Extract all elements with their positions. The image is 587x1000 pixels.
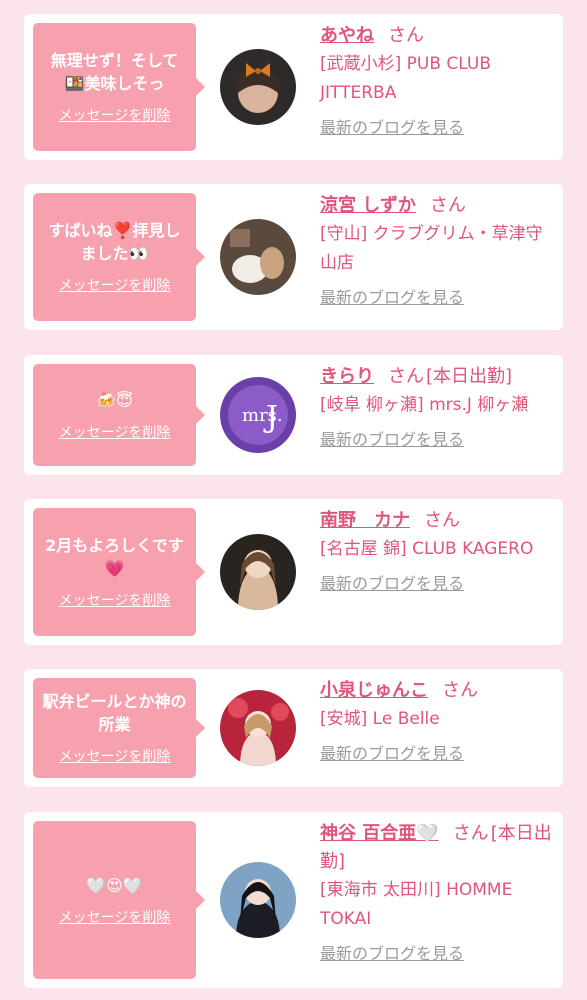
message-bubble: 無理せず！そして🍱美味しそっ メッセージを削除 bbox=[33, 23, 205, 151]
message-text: すぱいね❣️拝見しました👀 bbox=[48, 221, 181, 263]
avatar[interactable] bbox=[220, 690, 296, 766]
message-text: 2月もよろしくです💗 bbox=[45, 536, 184, 578]
delete-message-link[interactable]: メッセージを削除 bbox=[59, 105, 171, 125]
message-text: 無理せず！そして🍱美味しそっ bbox=[50, 51, 179, 93]
avatar[interactable] bbox=[220, 49, 296, 125]
delete-message-link[interactable]: メッセージを削除 bbox=[59, 590, 171, 610]
status-text: [本日出勤] bbox=[426, 366, 513, 387]
honorific: さん bbox=[388, 25, 424, 46]
message-bubble: 🤍😍🤍 メッセージを削除 bbox=[33, 821, 205, 979]
avatar[interactable] bbox=[220, 219, 296, 295]
hostess-name-link[interactable]: 小泉じゅんこ bbox=[320, 680, 428, 701]
svg-text:J: J bbox=[263, 400, 278, 435]
hostess-name-link[interactable]: あやね bbox=[320, 25, 374, 46]
hostess-info: 小泉じゅんこ さん [安城] Le Belle 最新のブログを見る bbox=[320, 677, 555, 766]
avatar[interactable]: mrs. J bbox=[220, 377, 296, 453]
latest-blog-link[interactable]: 最新のブログを見る bbox=[320, 286, 555, 310]
hostess-info: あやね さん [武蔵小杉] PUB CLUB JITTERBA 最新のブログを見る bbox=[320, 22, 555, 140]
avatar[interactable] bbox=[220, 862, 296, 938]
honorific: さん bbox=[424, 510, 460, 531]
shop-name: [名古屋 錦] CLUB KAGERO bbox=[320, 539, 534, 559]
message-card: 🍻😇 メッセージを削除 mrs. J きらり さん [本日出勤] [岐阜 柳ヶ瀬] … bbox=[24, 355, 563, 475]
hostess-info: 南野 カナ さん [名古屋 錦] CLUB KAGERO 最新のブログを見る bbox=[320, 507, 555, 596]
message-bubble: 🍻😇 メッセージを削除 bbox=[33, 364, 205, 466]
latest-blog-link[interactable]: 最新のブログを見る bbox=[320, 428, 555, 452]
shop-name: [岐阜 柳ヶ瀬] mrs.J 柳ヶ瀬 bbox=[320, 395, 529, 415]
message-card: すぱいね❣️拝見しました👀 メッセージを削除 涼宮 しずか さん [守山] クラブ… bbox=[24, 184, 563, 330]
message-text: 駅弁ビールとか神の所業 bbox=[42, 692, 187, 734]
message-bubble: 駅弁ビールとか神の所業 メッセージを削除 bbox=[33, 678, 205, 778]
latest-blog-link[interactable]: 最新のブログを見る bbox=[320, 116, 555, 140]
honorific: さん bbox=[442, 680, 478, 701]
latest-blog-link[interactable]: 最新のブログを見る bbox=[320, 742, 555, 766]
message-bubble: すぱいね❣️拝見しました👀 メッセージを削除 bbox=[33, 193, 205, 321]
hostess-name-link[interactable]: 神谷 百合亜🤍 bbox=[320, 823, 439, 844]
hostess-name-link[interactable]: 南野 カナ bbox=[320, 510, 410, 531]
honorific: さん bbox=[452, 823, 489, 844]
shop-name: [守山] クラブグリム・草津守山店 bbox=[320, 224, 543, 273]
hostess-info: きらり さん [本日出勤] [岐阜 柳ヶ瀬] mrs.J 柳ヶ瀬 最新のブログを見る bbox=[320, 363, 555, 452]
message-card: 🤍😍🤍 メッセージを削除 神谷 百合亜🤍 さん [本日出勤] [東海市 太田川] H… bbox=[24, 812, 563, 988]
message-list: 無理せず！そして🍱美味しそっ メッセージを削除 あやね さん [武蔵小杉] PUB… bbox=[0, 0, 587, 1000]
shop-name: [東海市 太田川] HOMME TOKAI bbox=[320, 880, 513, 929]
message-text: 🤍😍🤍 bbox=[86, 875, 143, 895]
message-bubble: 2月もよろしくです💗 メッセージを削除 bbox=[33, 508, 205, 636]
delete-message-link[interactable]: メッセージを削除 bbox=[59, 907, 171, 927]
avatar[interactable] bbox=[220, 534, 296, 610]
message-text: 🍻😇 bbox=[96, 390, 133, 410]
hostess-info: 涼宮 しずか さん [守山] クラブグリム・草津守山店 最新のブログを見る bbox=[320, 192, 555, 310]
delete-message-link[interactable]: メッセージを削除 bbox=[59, 422, 171, 442]
shop-name: [武蔵小杉] PUB CLUB JITTERBA bbox=[320, 54, 492, 103]
hostess-name-link[interactable]: きらり bbox=[320, 366, 374, 387]
latest-blog-link[interactable]: 最新のブログを見る bbox=[320, 572, 555, 596]
message-card: 2月もよろしくです💗 メッセージを削除 南野 カナ さん [名古屋 錦] CLUB… bbox=[24, 499, 563, 645]
hostess-info: 神谷 百合亜🤍 さん [本日出勤] [東海市 太田川] HOMME TOKAI 最新… bbox=[320, 820, 555, 966]
message-card: 無理せず！そして🍱美味しそっ メッセージを削除 あやね さん [武蔵小杉] PUB… bbox=[24, 14, 563, 160]
honorific: さん bbox=[388, 366, 424, 387]
hostess-name-link[interactable]: 涼宮 しずか bbox=[320, 195, 416, 216]
delete-message-link[interactable]: メッセージを削除 bbox=[59, 275, 171, 295]
message-card: 駅弁ビールとか神の所業 メッセージを削除 小泉じゅんこ さん [安城] Le Be… bbox=[24, 669, 563, 787]
latest-blog-link[interactable]: 最新のブログを見る bbox=[320, 942, 555, 966]
honorific: さん bbox=[429, 195, 466, 216]
shop-name: [安城] Le Belle bbox=[320, 709, 440, 729]
delete-message-link[interactable]: メッセージを削除 bbox=[59, 746, 171, 766]
